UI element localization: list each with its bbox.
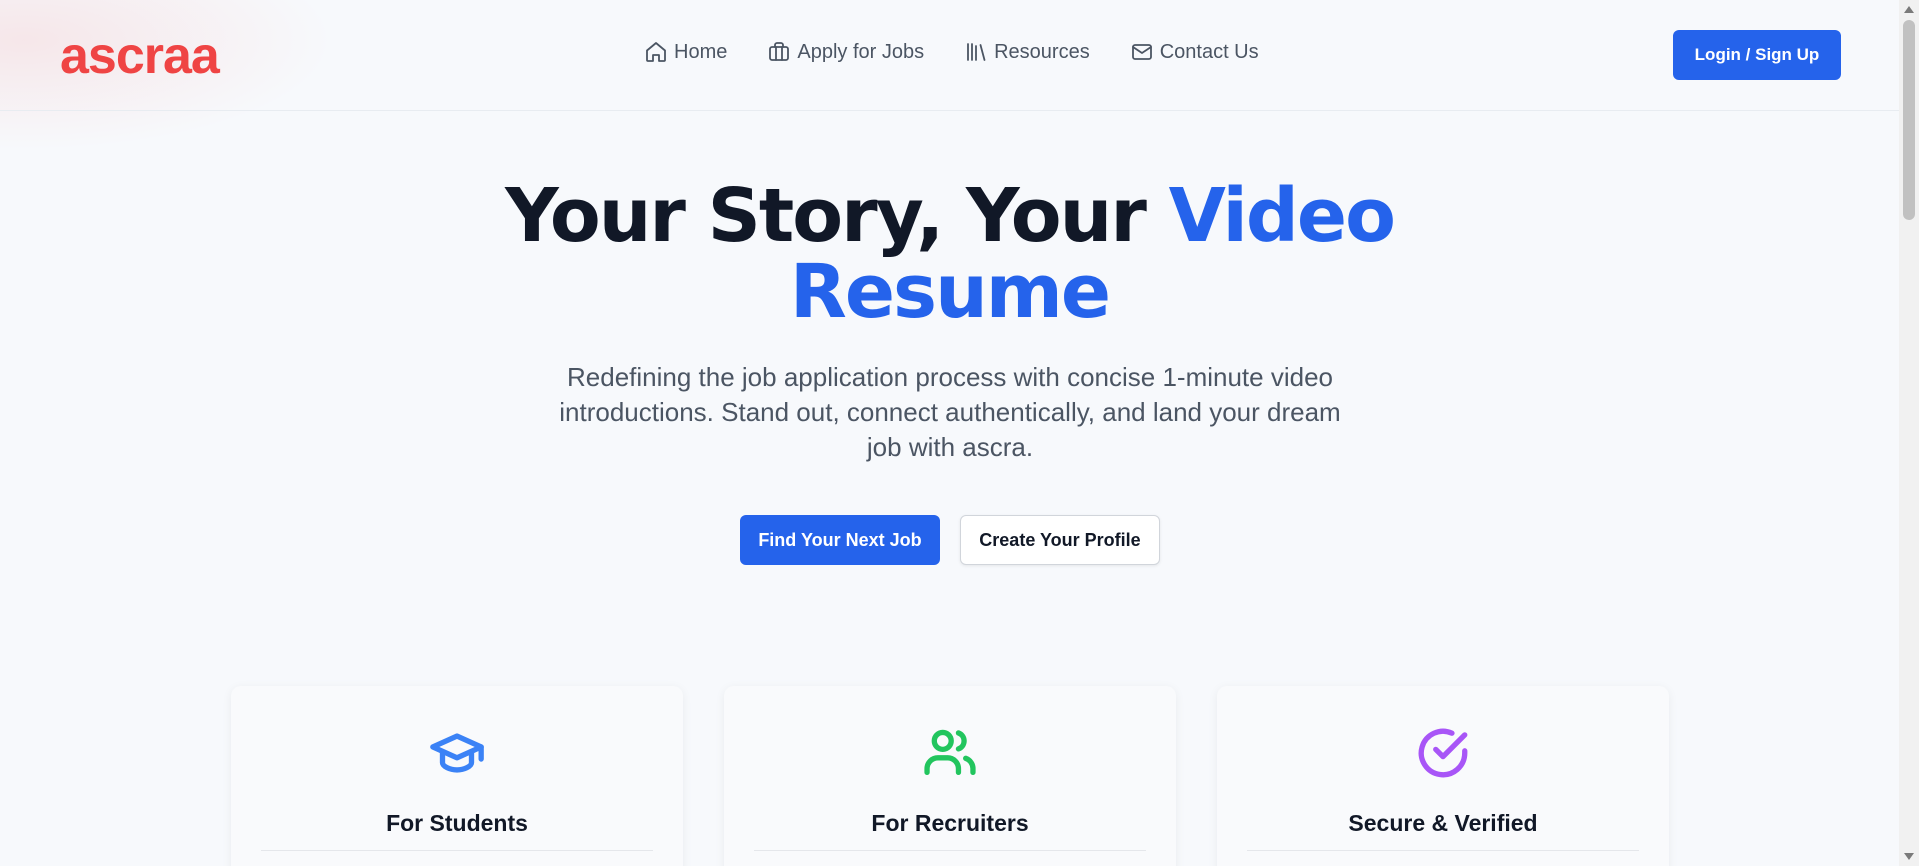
- card-title: Secure & Verified: [1348, 810, 1538, 836]
- nav-item-home[interactable]: Home: [644, 40, 727, 64]
- hero-title-text: Your Story, Your: [505, 173, 1169, 259]
- nav-item-label: Resources: [994, 40, 1090, 63]
- card-divider: [1247, 850, 1639, 851]
- create-profile-button[interactable]: Create Your Profile: [960, 515, 1160, 565]
- hero-title-accent: Resume: [789, 249, 1111, 335]
- users-icon: [924, 729, 976, 775]
- brand-logo[interactable]: ascraa: [60, 26, 220, 86]
- home-icon: [646, 42, 666, 62]
- hero-title-accent: Video: [1168, 173, 1396, 259]
- nav-item-resources[interactable]: Resources: [964, 40, 1090, 64]
- hero-subtitle: Redefining the job application process w…: [559, 362, 1341, 462]
- feature-card-secure[interactable]: Secure & Verified: [1217, 686, 1669, 866]
- nav-item-label: Contact Us: [1159, 40, 1259, 63]
- hero-title: Your Story, Your Video Resume: [0, 178, 1899, 330]
- library-icon: [967, 43, 986, 61]
- card-divider: [261, 850, 653, 851]
- page-scrollbar[interactable]: [1899, 0, 1919, 866]
- mail-icon: [1131, 44, 1152, 60]
- card-title: For Recruiters: [871, 810, 1029, 836]
- scroll-up-arrow-icon[interactable]: [1904, 6, 1914, 13]
- scroll-down-arrow-icon[interactable]: [1904, 853, 1914, 860]
- check-circle-icon: [1418, 728, 1468, 778]
- feature-card-students[interactable]: For Students: [231, 686, 683, 866]
- login-signup-button[interactable]: Login / Sign Up: [1673, 30, 1841, 80]
- graduation-cap-icon: [430, 733, 484, 773]
- feature-card-recruiters[interactable]: For Recruiters: [724, 686, 1176, 866]
- briefcase-icon: [769, 42, 790, 61]
- card-title: For Students: [386, 810, 528, 836]
- main-nav: Home Apply for Jobs Resources Contact Us: [644, 40, 1259, 64]
- nav-item-contact-us[interactable]: Contact Us: [1130, 40, 1259, 64]
- find-next-job-button[interactable]: Find Your Next Job: [740, 515, 940, 565]
- nav-item-label: Home: [674, 40, 728, 63]
- nav-item-apply-for-jobs[interactable]: Apply for Jobs: [767, 40, 924, 64]
- card-divider: [754, 850, 1146, 851]
- site-header: ascraa Home Apply for Jobs Resources Con…: [0, 0, 1899, 111]
- nav-item-label: Apply for Jobs: [797, 40, 925, 63]
- scroll-thumb[interactable]: [1903, 20, 1915, 220]
